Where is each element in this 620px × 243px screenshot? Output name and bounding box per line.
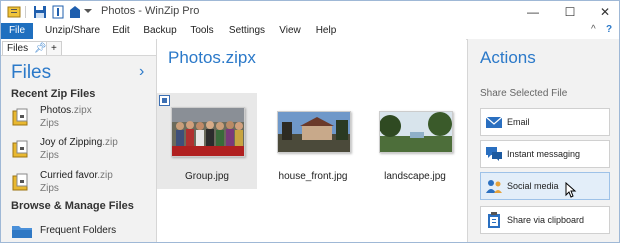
frequent-folders-label: Frequent Folders: [40, 225, 117, 236]
recent-zip-type: Zips: [40, 183, 59, 194]
folder-icon: [12, 226, 32, 238]
tab-files[interactable]: Files 📌︎: [2, 41, 52, 55]
email-button[interactable]: Email: [480, 108, 610, 136]
social-media-button[interactable]: Social media: [480, 172, 610, 200]
file-thumbnail[interactable]: Group.jpg: [157, 93, 257, 189]
share-via-clipboard-button[interactable]: Share via clipboard: [480, 206, 610, 234]
share-selected-file-heading: Share Selected File: [480, 88, 568, 99]
zip-title: Photos.zipx: [168, 48, 256, 67]
house-photo-image: [277, 111, 351, 153]
mouse-cursor-icon: [565, 182, 577, 198]
zip-icon[interactable]: [68, 5, 82, 19]
instant-messaging-button[interactable]: Instant messaging: [480, 140, 610, 168]
customize-dropdown-icon[interactable]: [84, 7, 92, 21]
ribbon-tabs: File Unzip/Share Edit Backup Tools Setti…: [1, 23, 619, 40]
divider: [25, 5, 27, 19]
tab-file[interactable]: File: [1, 23, 33, 39]
actions-pane: Actions Share Selected File Email Instan…: [467, 39, 619, 242]
chevron-right-icon[interactable]: ›: [139, 63, 144, 81]
minimize-button[interactable]: —: [516, 1, 550, 23]
tab-help[interactable]: Help: [314, 23, 338, 39]
recent-zip-type: Zips: [40, 150, 59, 161]
zip-file-icon: [12, 108, 28, 126]
tab-tools[interactable]: Tools: [189, 23, 215, 39]
recent-zip-ext: .zipx: [71, 105, 92, 116]
zip-contents-pane: Photos.zipx Group.jpg house_front.jpg la…: [157, 39, 466, 242]
tab-settings[interactable]: Settings: [228, 23, 266, 39]
winzip-window: Photos - WinZip Pro — ☐ ✕ File Unzip/Sha…: [0, 0, 620, 243]
recent-zip-name: Photos: [40, 105, 72, 116]
tab-edit[interactable]: Edit: [107, 23, 135, 39]
pin-icon[interactable]: 📌︎: [34, 43, 47, 54]
recent-zip-files-heading: Recent Zip Files: [11, 88, 96, 100]
envelope-icon: [485, 116, 503, 128]
close-button[interactable]: ✕: [588, 1, 619, 23]
chat-icon: [486, 147, 502, 161]
clipboard-icon: [488, 212, 500, 228]
recent-zip-ext: .zip: [102, 137, 118, 148]
recent-zip-item[interactable]: Joy of Zipping.zip Zips: [11, 137, 151, 163]
file-name: house_front.jpg: [278, 171, 348, 182]
recent-zip-ext: .zip: [97, 170, 113, 181]
recent-zip-name: Curried favor: [40, 170, 98, 181]
browse-manage-heading: Browse & Manage Files: [11, 200, 134, 212]
file-name: landscape.jpg: [384, 171, 446, 182]
selection-checkbox[interactable]: [159, 95, 170, 106]
recent-zip-item[interactable]: Curried favor.zip Zips: [11, 170, 151, 196]
zip-file-icon: [12, 140, 28, 158]
add-tab-button[interactable]: +: [46, 41, 62, 55]
share-via-clipboard-label: Share via clipboard: [507, 215, 585, 225]
app-menu-icon[interactable]: [7, 5, 21, 19]
actions-title: Actions: [480, 48, 536, 67]
group-photo-image: [171, 107, 245, 157]
recent-zip-name: Joy of Zipping: [40, 137, 103, 148]
frequent-folders-item[interactable]: Frequent Folders: [11, 221, 151, 241]
tab-view[interactable]: View: [278, 23, 302, 39]
title-bar: Photos - WinZip Pro — ☐ ✕: [1, 1, 619, 23]
file-name: Group.jpg: [185, 171, 229, 182]
tab-backup[interactable]: Backup: [143, 23, 177, 39]
social-media-label: Social media: [507, 181, 559, 191]
people-icon: [486, 180, 502, 193]
instant-messaging-label: Instant messaging: [507, 149, 581, 159]
landscape-photo-image: [379, 111, 453, 153]
recent-zip-type: Zips: [40, 118, 59, 129]
tab-files-label: Files: [7, 43, 29, 54]
window-title: Photos - WinZip Pro: [101, 5, 200, 17]
save-icon[interactable]: [33, 5, 47, 19]
help-icon[interactable]: ?: [606, 24, 612, 35]
file-thumbnail[interactable]: landscape.jpg: [365, 93, 465, 189]
zip-file-icon: [12, 173, 28, 191]
collapse-ribbon-icon[interactable]: ^: [591, 24, 596, 35]
file-thumbnail[interactable]: house_front.jpg: [263, 93, 363, 189]
email-label: Email: [507, 117, 530, 127]
tab-unzip-share[interactable]: Unzip/Share: [45, 23, 100, 39]
files-pane: Files 📌︎ + Files › Recent Zip Files Phot…: [1, 39, 157, 242]
files-heading: Files: [11, 62, 52, 83]
new-zip-icon[interactable]: [51, 5, 65, 19]
maximize-button[interactable]: ☐: [553, 1, 587, 23]
recent-zip-item[interactable]: Photos.zipx Zips: [11, 105, 151, 131]
files-pane-tabs: Files 📌︎ +: [1, 39, 156, 56]
